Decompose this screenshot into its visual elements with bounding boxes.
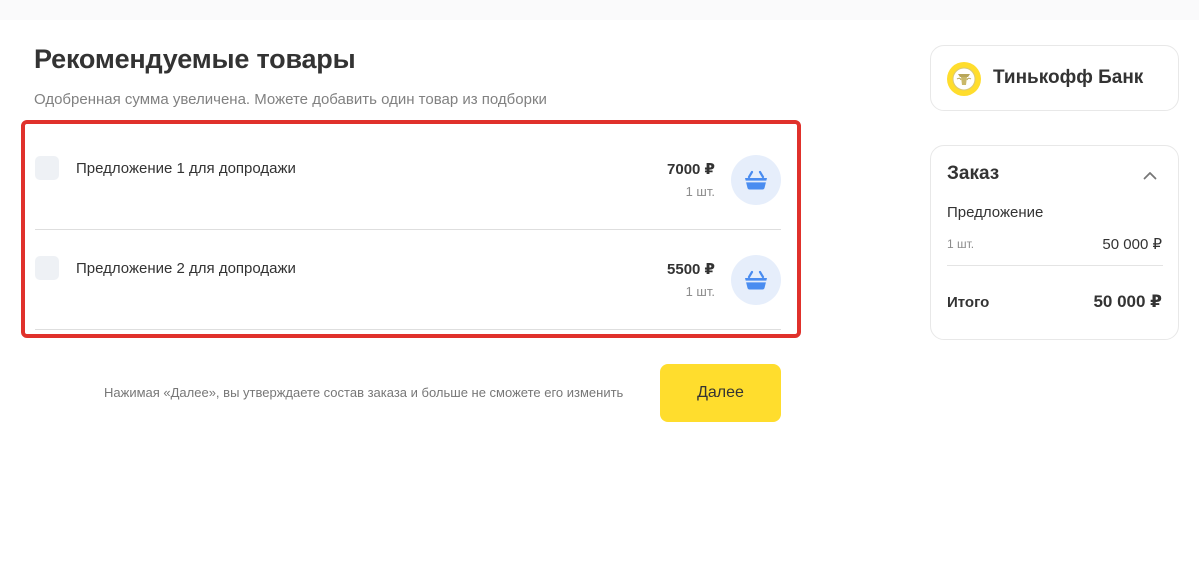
add-to-basket-button[interactable] bbox=[731, 255, 781, 305]
add-to-basket-button[interactable] bbox=[731, 155, 781, 205]
basket-icon bbox=[745, 270, 767, 290]
offer-price: 7000 ₽ bbox=[667, 161, 715, 178]
page-title: Рекомендуемые товары bbox=[34, 44, 356, 74]
tinkoff-emblem-icon bbox=[947, 62, 981, 96]
bank-card: Тинькофф Банк bbox=[930, 45, 1179, 111]
upsell-offers-highlight: Предложение 1 для допродажи 7000 ₽ 1 шт.… bbox=[21, 120, 801, 338]
page-subtitle: Одобренная сумма увеличена. Можете добав… bbox=[34, 91, 547, 108]
order-item-price: 50 000 ₽ bbox=[1102, 236, 1162, 253]
order-item-quantity: 1 шт. bbox=[947, 237, 975, 251]
order-title: Заказ bbox=[947, 163, 1000, 184]
confirmation-disclaimer: Нажимая «Далее», вы утверждаете состав з… bbox=[104, 385, 624, 400]
basket-icon bbox=[745, 170, 767, 190]
offer-name: Предложение 1 для допродажи bbox=[76, 160, 296, 177]
bank-name: Тинькофф Банк bbox=[993, 67, 1144, 88]
offer-2-checkbox[interactable] bbox=[35, 256, 59, 280]
offer-quantity: 1 шт. bbox=[685, 184, 715, 199]
total-value: 50 000 ₽ bbox=[1093, 292, 1162, 311]
offer-name: Предложение 2 для допродажи bbox=[76, 260, 296, 277]
offer-1-checkbox[interactable] bbox=[35, 156, 59, 180]
next-button[interactable]: Далее bbox=[660, 364, 781, 422]
top-strip bbox=[0, 0, 1199, 20]
order-item-name: Предложение bbox=[947, 204, 1044, 221]
list-item: Предложение 1 для допродажи 7000 ₽ 1 шт. bbox=[35, 130, 781, 230]
collapse-order-button[interactable] bbox=[1139, 164, 1161, 186]
divider bbox=[947, 265, 1163, 266]
offer-price: 5500 ₽ bbox=[667, 261, 715, 278]
chevron-up-icon bbox=[1143, 171, 1157, 179]
total-label: Итого bbox=[947, 294, 990, 311]
offer-quantity: 1 шт. bbox=[685, 284, 715, 299]
list-item: Предложение 2 для допродажи 5500 ₽ 1 шт. bbox=[35, 230, 781, 330]
order-summary: Заказ Предложение 1 шт. 50 000 ₽ Итого 5… bbox=[930, 145, 1179, 340]
